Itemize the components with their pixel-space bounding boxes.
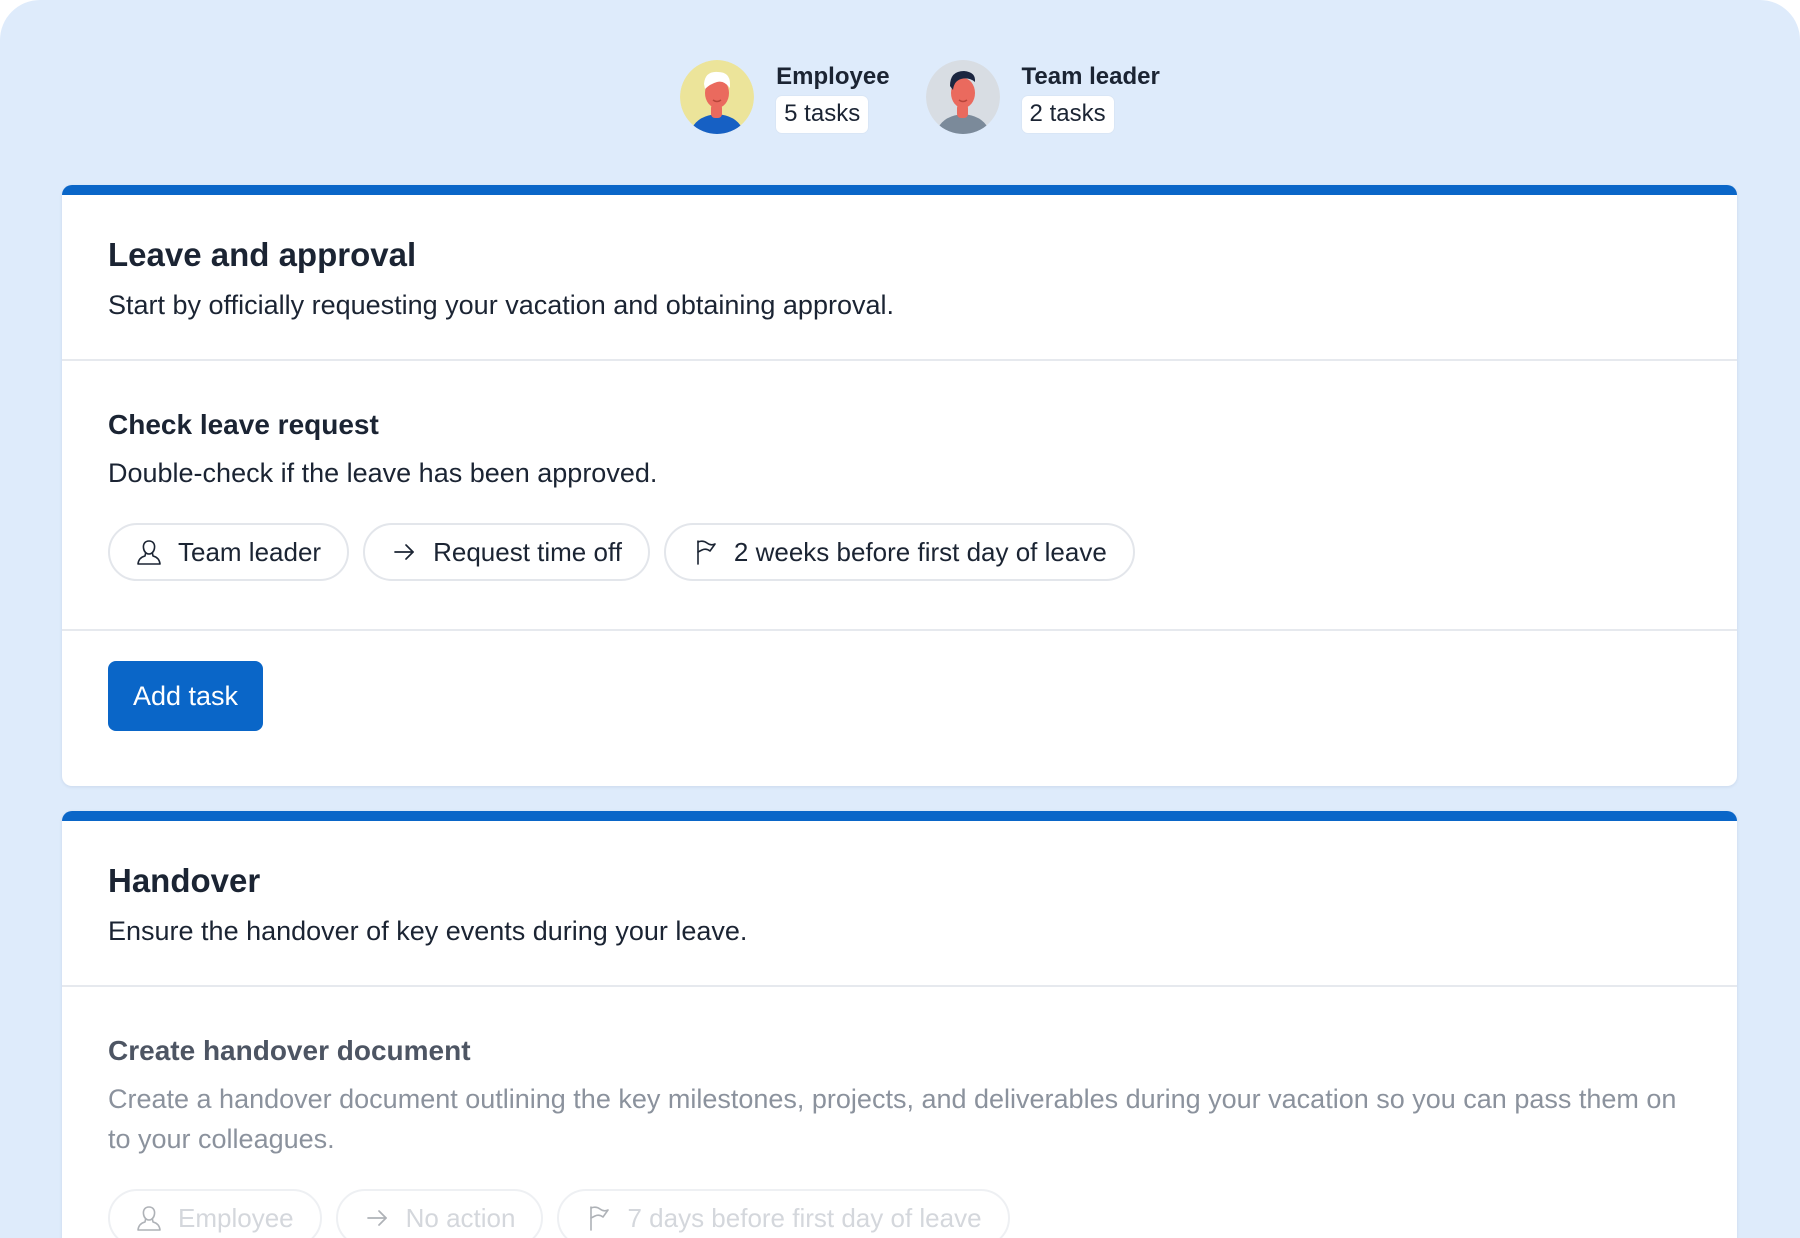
task-description: Create a handover document outlining the… [108,1084,1677,1154]
page-background: Employee 5 tasks Team leader 2 tasks Lea… [0,0,1800,1238]
chip-label: 7 days before first day of leave [627,1202,982,1233]
flag-icon [590,1206,610,1231]
assignee-team-leader[interactable]: Team leader 2 tasks [925,60,1160,134]
assignee-name: Team leader [1021,62,1160,90]
assignee-employee[interactable]: Employee 5 tasks [680,60,890,134]
assignee-task-count: 5 tasks [776,95,869,133]
due-date-chip[interactable]: 7 days before first day of leave [557,1189,1010,1238]
section-description: Ensure the handover of key events during… [108,916,748,946]
task-title: Check leave request [108,409,379,440]
section-description: Start by officially requesting your vaca… [108,290,894,320]
employee-avatar [680,60,755,134]
arrow-right-icon [394,544,414,560]
chip-label: 2 weeks before first day of leave [733,536,1107,567]
person-icon [137,540,161,565]
assignee-chip[interactable]: Team leader [108,523,350,581]
action-chip[interactable]: Request time off [363,523,650,581]
person-icon [137,1206,161,1231]
task-meta-chips: Team leader Request time off 2 weeks bef… [108,523,1691,581]
section-card-handover: Handover Ensure the handover of key even… [62,811,1737,1238]
assignee-name: Employee [776,62,890,90]
section-header: Leave and approval Start by officially r… [62,195,1737,361]
section-actions: Add task [62,631,1737,761]
chip-label: Team leader [178,536,322,567]
task-description: Double-check if the leave has been appro… [108,458,658,488]
section-title: Handover [108,862,261,899]
arrow-right-icon [366,1210,387,1226]
task-title: Create handover document [108,1035,471,1066]
task-item[interactable]: Check leave request Double-check if the … [62,361,1737,631]
assignee-chip[interactable]: Employee [108,1189,322,1238]
task-item[interactable]: Create handover document Create a handov… [62,987,1737,1238]
section-card-leave-and-approval: Leave and approval Start by officially r… [62,185,1737,786]
flag-icon [697,540,716,565]
section-header: Handover Ensure the handover of key even… [62,821,1737,987]
add-task-button[interactable]: Add task [108,661,264,731]
action-chip[interactable]: No action [335,1189,544,1238]
team-leader-avatar [925,60,1000,134]
task-meta-chips: Employee No action 7 days before first d… [108,1189,1691,1238]
assignee-summary: Employee 5 tasks Team leader 2 tasks [0,60,1800,134]
assignee-task-count: 2 tasks [1021,95,1114,133]
chip-label: Employee [178,1202,294,1233]
due-date-chip[interactable]: 2 weeks before first day of leave [663,523,1135,581]
section-title: Leave and approval [108,236,417,273]
chip-label: Request time off [433,536,622,567]
chip-label: No action [405,1202,516,1233]
